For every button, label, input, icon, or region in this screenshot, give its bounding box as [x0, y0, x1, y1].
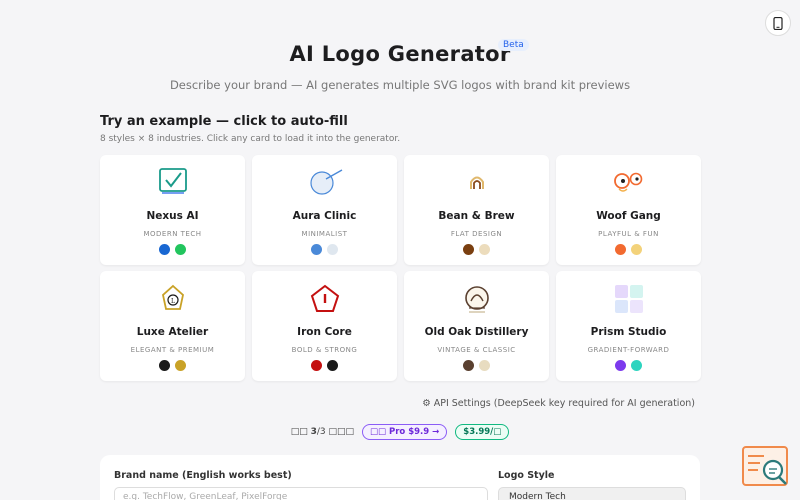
example-card-woof-gang[interactable]: Woof Gang PLAYFUL & FUN: [556, 155, 701, 265]
example-grid: Nexus AI MODERN TECH Aura Clinic MINIMAL…: [100, 155, 701, 381]
color-swatch: [327, 244, 338, 255]
usage-text: □□ 3/3 □□□: [290, 427, 354, 437]
color-swatch: [463, 360, 474, 371]
logo-style-label: Logo Style: [498, 470, 555, 481]
svg-text:L: L: [171, 298, 175, 305]
logo-style-select[interactable]: Modern Tech: [498, 487, 686, 500]
card-style: ELEGANT & PREMIUM: [130, 346, 215, 354]
brand-name-label: Brand name (English works best): [114, 470, 292, 481]
color-swatch: [159, 244, 170, 255]
coffee-bean-icon: [469, 176, 484, 189]
color-swatch: [311, 244, 322, 255]
circle-orbit-icon: [309, 169, 342, 195]
example-card-old-oak-distillery[interactable]: Old Oak Distillery VINTAGE & CLASSIC: [404, 271, 549, 381]
card-style: BOLD & STRONG: [291, 346, 358, 354]
search-document-button[interactable]: [742, 446, 790, 488]
card-name: Old Oak Distillery: [424, 326, 529, 338]
brand-name-input[interactable]: e.g. TechFlow, GreenLeaf, PixelForge: [114, 487, 488, 500]
color-swatch: [615, 360, 626, 371]
example-card-iron-core[interactable]: Iron Core BOLD & STRONG: [252, 271, 397, 381]
examples-heading: Try an example — click to auto-fill: [100, 114, 348, 129]
pentagon-gem-icon: L: [161, 284, 184, 310]
card-name: Prism Studio: [590, 326, 667, 338]
dog-eyes-icon: [613, 172, 642, 192]
barrel-badge-icon: [464, 286, 489, 313]
color-swatch: [175, 360, 186, 371]
example-card-nexus-ai[interactable]: Nexus AI MODERN TECH: [100, 155, 245, 265]
generator-form: Brand name (English works best) Logo Sty…: [100, 455, 700, 500]
price-button[interactable]: $3.99/□: [455, 424, 510, 440]
phone-icon: [773, 16, 783, 30]
example-card-bean-brew[interactable]: Bean & Brew FLAT DESIGN: [404, 155, 549, 265]
usage-bar: □□ 3/3 □□□ □□ Pro $9.9 → $3.99/□: [0, 424, 800, 440]
card-style: GRADIENT-FORWARD: [587, 346, 670, 354]
color-swatch: [175, 244, 186, 255]
prism-tiles-icon: [614, 285, 643, 313]
color-swatch: [327, 360, 338, 371]
card-style: MODERN TECH: [143, 230, 202, 238]
color-swatch: [463, 244, 474, 255]
color-swatch: [631, 360, 642, 371]
color-swatch: [479, 360, 490, 371]
search-document-icon: [742, 446, 788, 486]
example-card-aura-clinic[interactable]: Aura Clinic MINIMALIST: [252, 155, 397, 265]
color-swatch: [631, 244, 642, 255]
shield-pentagon-icon: [310, 284, 339, 312]
card-style: FLAT DESIGN: [450, 230, 503, 238]
page-subtitle: Describe your brand — AI generates multi…: [169, 78, 631, 92]
api-settings-link[interactable]: ⚙ API Settings (DeepSeek key required fo…: [422, 398, 695, 409]
card-style: PLAYFUL & FUN: [598, 230, 659, 238]
color-swatch: [615, 244, 626, 255]
card-style: VINTAGE & CLASSIC: [437, 346, 516, 354]
card-style: MINIMALIST: [301, 230, 348, 238]
card-name: Bean & Brew: [438, 210, 515, 222]
beta-badge: Beta: [498, 39, 529, 51]
upgrade-pro-button[interactable]: □□ Pro $9.9 →: [361, 424, 448, 440]
card-name: Aura Clinic: [292, 210, 357, 222]
example-card-prism-studio[interactable]: Prism Studio GRADIENT-FORWARD: [556, 271, 701, 381]
checkmark-box-icon: [158, 168, 187, 194]
card-name: Woof Gang: [596, 210, 661, 222]
example-card-luxe-atelier[interactable]: L Luxe Atelier ELEGANT & PREMIUM: [100, 271, 245, 381]
color-swatch: [311, 360, 322, 371]
color-swatch: [479, 244, 490, 255]
phone-icon-button[interactable]: [765, 10, 791, 36]
card-name: Iron Core: [297, 326, 352, 338]
card-name: Luxe Atelier: [136, 326, 209, 338]
color-swatch: [159, 360, 170, 371]
examples-subheading: 8 styles × 8 industries. Click any card …: [100, 134, 401, 144]
card-name: Nexus AI: [146, 210, 199, 222]
